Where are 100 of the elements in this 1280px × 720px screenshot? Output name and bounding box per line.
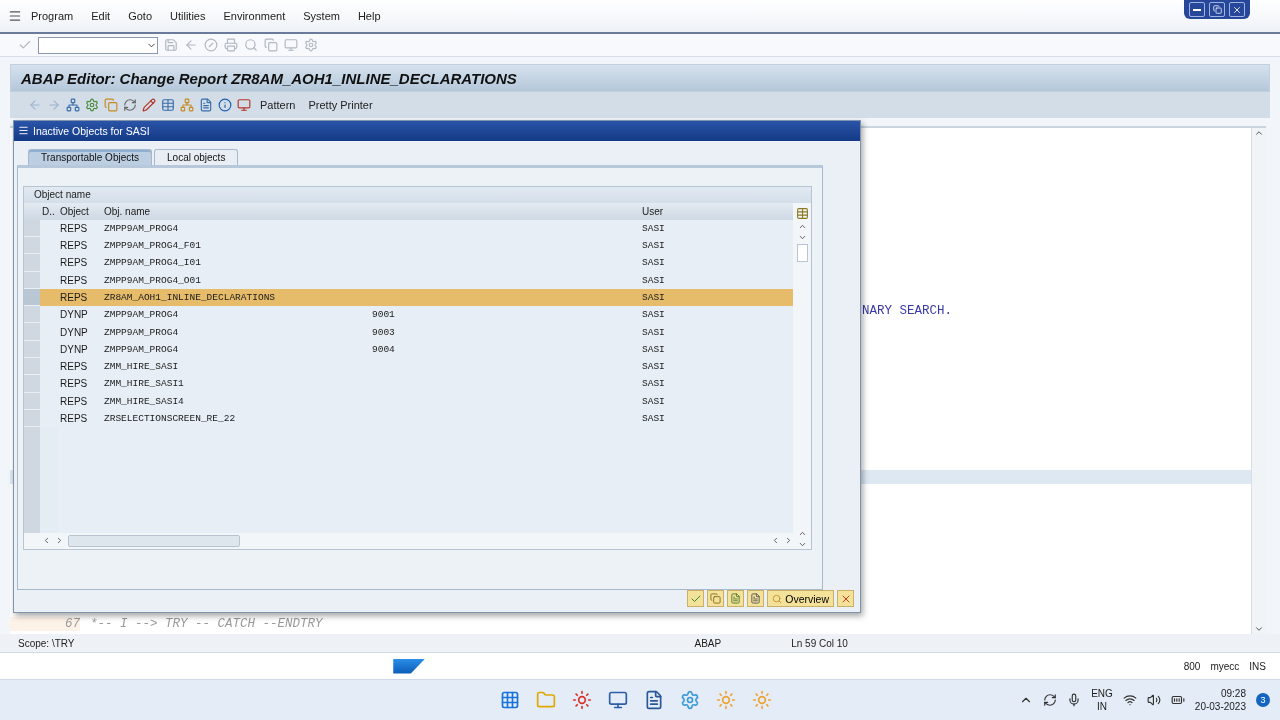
monitor-icon[interactable] [237, 98, 251, 112]
table-icon[interactable] [161, 98, 175, 112]
table-row[interactable]: REPS ZMPP9AM_PROG4_F01 SASI [24, 236, 793, 255]
document-icon [750, 593, 762, 604]
menu-item[interactable]: Environment [214, 10, 295, 22]
language-indicator: ENG [1091, 687, 1113, 700]
table-row[interactable]: REPS ZMPP9AM_PROG4_O01 SASI [24, 271, 793, 289]
dialog-title: Inactive Objects for SASI [33, 124, 150, 137]
column-header[interactable]: Obj. name [102, 205, 370, 217]
speaker-icon[interactable] [1146, 693, 1161, 707]
save-icon[interactable] [164, 38, 178, 52]
scroll-thumb[interactable] [68, 534, 240, 547]
microphone-icon[interactable] [1067, 693, 1082, 707]
cancel-button[interactable] [837, 590, 854, 607]
monitor-icon[interactable] [284, 38, 298, 52]
system-name: myecc [1210, 660, 1240, 672]
table-row[interactable]: REPS ZRSELECTIONSCREEN_RE_22 SASI [24, 409, 793, 428]
info-icon[interactable] [218, 98, 232, 112]
table-row[interactable]: REPS ZR8AM_AOH1_INLINE_DECLARATIONS SASI [24, 288, 793, 307]
minimize-button[interactable] [1189, 2, 1205, 17]
hierarchy-icon[interactable] [66, 98, 80, 112]
sync-icon[interactable] [1043, 693, 1058, 707]
menu-item[interactable]: Help [348, 10, 390, 22]
table-row[interactable]: REPS ZMM_HIRE_SASI SASI [24, 358, 793, 376]
settings-icon[interactable] [85, 98, 99, 112]
table-cell-text: REPS [59, 240, 89, 252]
cancel-icon[interactable] [204, 38, 218, 52]
column-header[interactable]: D.. [40, 205, 58, 217]
table-row[interactable]: DYNP ZMPP9AM_PROG4 9003 SASI [24, 323, 793, 341]
table-cell-text: REPS [59, 361, 89, 373]
row-selector[interactable] [24, 306, 40, 324]
folder-icon[interactable] [536, 690, 556, 710]
back-icon[interactable] [28, 98, 42, 112]
forward-icon[interactable] [47, 98, 61, 112]
menu-item[interactable]: System [294, 10, 349, 22]
command-field[interactable] [38, 36, 158, 54]
table-row[interactable]: REPS ZMPP9AM_PROG4 SASI [24, 219, 793, 237]
table-cell-text: SASI [641, 413, 666, 425]
check-icon[interactable] [18, 38, 32, 52]
refresh-icon[interactable] [123, 98, 137, 112]
menu-item[interactable]: Utilities [161, 10, 215, 22]
scroll-down-icon [1254, 624, 1264, 634]
app-icon[interactable] [608, 690, 628, 710]
toolbar-button[interactable]: Pretty Printer [304, 99, 377, 111]
table-settings-icon[interactable] [795, 206, 809, 220]
scroll-thumb[interactable] [796, 243, 808, 262]
menu-icon[interactable] [18, 125, 29, 137]
table-cell-text: SASI [641, 257, 666, 269]
confirm-button[interactable] [687, 590, 705, 607]
row-selector[interactable] [24, 358, 40, 376]
copy-icon[interactable] [104, 98, 118, 112]
settings-icon[interactable] [304, 38, 318, 52]
tab[interactable]: Transportable Objects [28, 148, 152, 165]
table-cell-text: ZRSELECTIONSCREEN_RE_22 [103, 413, 237, 425]
table-cell-text: REPS [59, 292, 89, 303]
menu-icon[interactable] [8, 9, 22, 23]
row-selector[interactable] [24, 375, 40, 393]
tab[interactable]: Local objects [154, 148, 239, 165]
column-header[interactable]: Object [58, 205, 102, 217]
table-row[interactable]: REPS ZMM_HIRE_SASI1 SASI [24, 375, 793, 393]
vertical-scrollbar[interactable] [793, 202, 811, 549]
search-icon[interactable] [244, 38, 258, 52]
status-text: Ln 59 Col 10 [791, 637, 848, 649]
hierarchy-icon[interactable] [180, 98, 194, 112]
document-icon[interactable] [199, 98, 213, 112]
table-cell-text: SASI [641, 274, 666, 286]
pencil-icon[interactable] [142, 98, 156, 112]
overview-button[interactable]: Overview [767, 590, 834, 607]
menu-item[interactable]: Program [22, 10, 83, 22]
clock-date: 20-03-2023 [1194, 700, 1246, 713]
table-row[interactable]: DYNP ZMPP9AM_PROG4 9004 SASI [24, 340, 793, 359]
list-button[interactable] [727, 590, 745, 607]
wifi-icon[interactable] [1122, 693, 1137, 707]
table-row[interactable]: REPS ZMPP9AM_PROG4_I01 SASI [24, 254, 793, 272]
scroll-left-icon [42, 536, 51, 546]
back-icon[interactable] [184, 38, 198, 52]
start-icon[interactable] [500, 690, 520, 710]
copy-icon [710, 593, 722, 604]
table-cell-text: SASI [641, 343, 666, 355]
table-cell-text: ZMPP9AM_PROG4_O01 [103, 274, 202, 286]
app-icon[interactable] [680, 690, 700, 710]
print-icon[interactable] [224, 38, 238, 52]
menu-item[interactable]: Goto [119, 10, 161, 22]
restore-button[interactable] [1209, 2, 1225, 17]
battery-icon[interactable] [1170, 693, 1185, 707]
document-icon[interactable] [644, 690, 664, 710]
row-selector[interactable] [24, 254, 40, 272]
activate-button[interactable] [707, 590, 725, 607]
pages-icon[interactable] [264, 38, 278, 52]
table-cell-text: DYNP [59, 343, 89, 355]
table-row[interactable]: DYNP ZMPP9AM_PROG4 9001 SASI [24, 306, 793, 324]
notification-badge[interactable]: 3 [1256, 693, 1270, 707]
table-cell-text: 9001 [371, 309, 396, 321]
row-selector[interactable] [24, 323, 40, 341]
menu-item[interactable]: Edit [82, 10, 120, 22]
close-button[interactable] [1229, 2, 1245, 17]
column-header[interactable]: User [640, 205, 777, 217]
table-row[interactable]: REPS ZMM_HIRE_SASI4 SASI [24, 392, 793, 410]
toolbar-button[interactable]: Pattern [256, 99, 300, 111]
document-button[interactable] [747, 590, 765, 607]
